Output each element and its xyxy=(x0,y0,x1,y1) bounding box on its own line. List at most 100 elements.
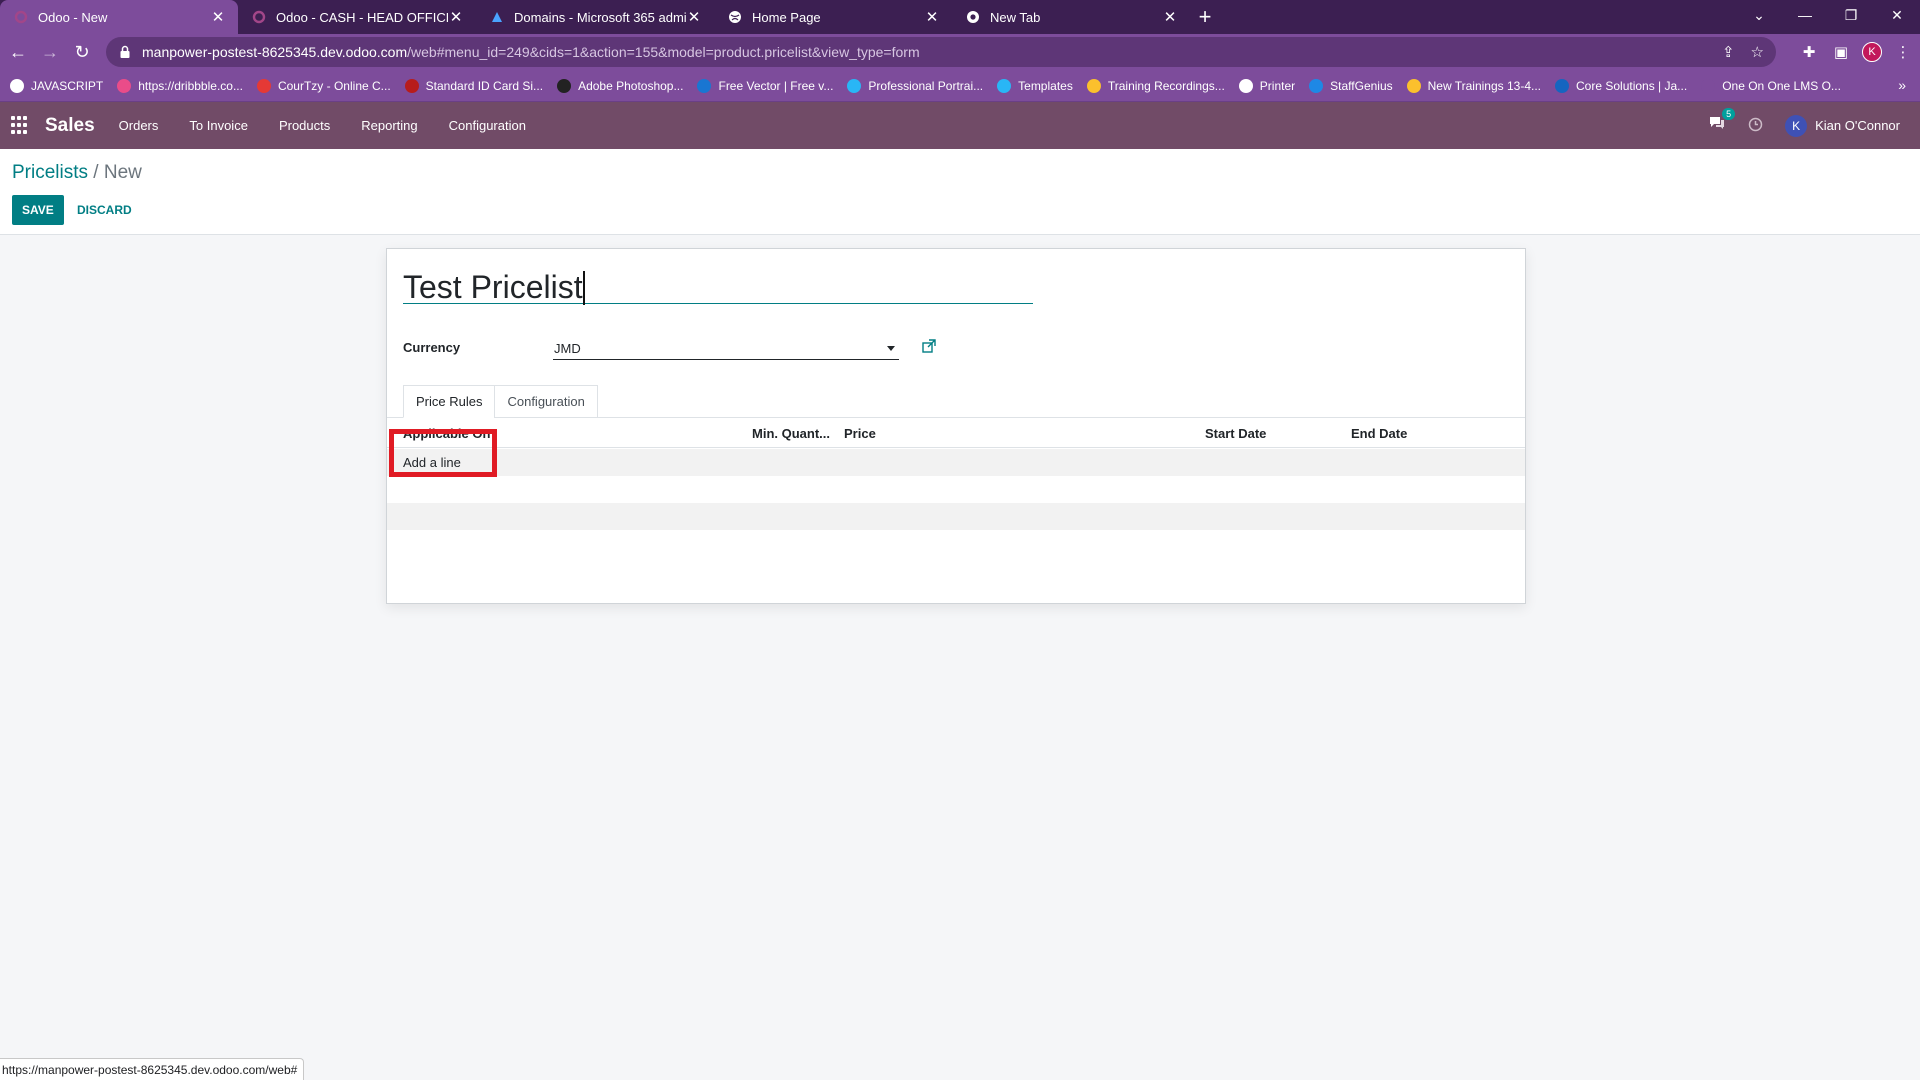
url-host: manpower-postest-8625345.dev.odoo.com xyxy=(142,44,408,60)
avatar: K xyxy=(1785,114,1808,137)
bookmark-icon xyxy=(1406,78,1421,93)
app-name[interactable]: Sales xyxy=(45,115,95,137)
bookmarks-overflow-icon[interactable]: » xyxy=(1898,77,1906,93)
menu-to-invoice[interactable]: To Invoice xyxy=(189,118,248,133)
bookmark-label: https://dribbble.co... xyxy=(138,78,243,93)
restore-icon[interactable]: ❐ xyxy=(1828,0,1874,30)
bookmark-item[interactable]: Training Recordings... xyxy=(1086,78,1225,93)
bookmark-item[interactable]: StaffGenius xyxy=(1309,78,1393,93)
activity-clock-icon[interactable] xyxy=(1748,117,1763,135)
menu-kebab-icon[interactable]: ⋮ xyxy=(1892,37,1914,67)
bookmark-item[interactable]: Standard ID Card Si... xyxy=(404,78,543,93)
bookmark-item[interactable]: Templates xyxy=(997,78,1073,93)
chat-count-badge: 5 xyxy=(1722,108,1736,120)
bookmark-icon xyxy=(117,78,132,93)
close-icon[interactable]: ✕ xyxy=(1162,8,1178,26)
window-controls: ⌄ — ❐ ✕ xyxy=(1736,0,1920,30)
bookmark-label: CourTzy - Online C... xyxy=(277,78,391,93)
browser-toolbar: ← → ↻ manpower-postest-8625345.dev.odoo.… xyxy=(0,34,1920,70)
bookmark-icon xyxy=(1238,78,1253,93)
menu-configuration[interactable]: Configuration xyxy=(449,118,526,133)
tab-configuration[interactable]: Configuration xyxy=(494,385,598,418)
browser-tab[interactable]: Odoo - CASH - HEAD OFFICE ✕ xyxy=(238,0,476,34)
browser-tab[interactable]: Home Page ✕ xyxy=(714,0,952,34)
pricelist-name-value: Test Pricelist xyxy=(403,269,583,305)
bookmark-item[interactable]: Core Solutions | Ja... xyxy=(1555,78,1687,93)
browser-tab[interactable]: Odoo - New ✕ xyxy=(0,0,238,34)
browser-tab[interactable]: Domains - Microsoft 365 admin c ✕ xyxy=(476,0,714,34)
user-menu[interactable]: K Kian O'Connor xyxy=(1785,114,1900,137)
chat-icon[interactable]: 5 xyxy=(1708,108,1736,136)
link-status-bar: https://manpower-postest-8625345.dev.odo… xyxy=(0,1058,305,1080)
bookmark-icon xyxy=(1309,78,1324,93)
close-icon[interactable]: ✕ xyxy=(686,8,702,26)
pricelist-name-input[interactable]: Test Pricelist xyxy=(403,269,1033,305)
url-text: manpower-postest-8625345.dev.odoo.com/we… xyxy=(142,44,920,60)
red-highlight-box xyxy=(389,429,497,477)
side-panel-icon[interactable]: ▣ xyxy=(1830,37,1852,67)
tab-title: Domains - Microsoft 365 admin c xyxy=(514,9,686,25)
omnibox-actions: ⇪ ☆ xyxy=(1722,43,1764,61)
bookmark-icon xyxy=(256,78,271,93)
bookmark-item[interactable]: One On One LMS O... xyxy=(1701,78,1841,93)
close-icon[interactable]: ✕ xyxy=(448,8,464,26)
menu-reporting[interactable]: Reporting xyxy=(361,118,417,133)
forward-icon[interactable]: → xyxy=(34,36,66,68)
menu-products[interactable]: Products xyxy=(279,118,330,133)
globe-icon xyxy=(728,10,742,24)
user-name: Kian O'Connor xyxy=(1815,118,1900,133)
browser-tab[interactable]: New Tab ✕ xyxy=(952,0,1190,34)
bookmark-icon xyxy=(847,78,862,93)
bookmark-label: Training Recordings... xyxy=(1107,78,1225,93)
browser-tab-bar: Odoo - New ✕ Odoo - CASH - HEAD OFFICE ✕… xyxy=(0,0,1920,34)
bookmark-label: Adobe Photoshop... xyxy=(578,78,684,93)
currency-select[interactable]: JMD xyxy=(553,338,899,360)
tab-title: New Tab xyxy=(990,9,1041,25)
external-link-icon[interactable] xyxy=(921,338,937,354)
form-sheet: Test Pricelist Currency JMD Price Rules … xyxy=(386,248,1526,604)
close-icon[interactable]: ✕ xyxy=(210,8,226,26)
odoo-navbar: Sales Orders To Invoice Products Reporti… xyxy=(0,102,1920,149)
breadcrumb-separator: / xyxy=(93,162,99,183)
control-panel: Pricelists / New SAVE DISCARD xyxy=(0,149,1920,235)
back-icon[interactable]: ← xyxy=(2,36,34,68)
column-start-date[interactable]: Start Date xyxy=(1205,426,1266,441)
tab-title: Odoo - CASH - HEAD OFFICE xyxy=(276,9,448,25)
odoo-icon xyxy=(14,10,28,24)
breadcrumb-pricelists[interactable]: Pricelists xyxy=(12,162,88,183)
address-bar[interactable]: manpower-postest-8625345.dev.odoo.com/we… xyxy=(106,37,1776,67)
minimize-icon[interactable]: — xyxy=(1782,0,1828,30)
new-tab-button[interactable]: + xyxy=(1190,0,1220,34)
discard-button[interactable]: DISCARD xyxy=(72,195,137,225)
extensions-icon[interactable]: ✚ xyxy=(1798,37,1820,67)
bookmark-label: New Trainings 13-4... xyxy=(1427,78,1542,93)
column-min-quantity[interactable]: Min. Quant... xyxy=(752,426,830,441)
bookmark-item[interactable]: New Trainings 13-4... xyxy=(1406,78,1542,93)
tab-search-icon[interactable]: ⌄ xyxy=(1736,0,1782,30)
bookmark-item[interactable]: https://dribbble.co... xyxy=(117,78,243,93)
tab-price-rules[interactable]: Price Rules xyxy=(403,385,496,418)
bookmark-item[interactable]: Adobe Photoshop... xyxy=(557,78,684,93)
apps-menu-icon[interactable] xyxy=(11,115,31,136)
bookmark-icon xyxy=(10,78,24,93)
bookmark-item[interactable]: Free Vector | Free v... xyxy=(697,78,833,93)
price-rules-table-header: Applicable On Min. Quant... Price Start … xyxy=(387,418,1525,448)
profile-avatar[interactable]: K xyxy=(1862,42,1882,62)
bookmark-icon xyxy=(1701,78,1716,93)
bookmark-item[interactable]: Printer xyxy=(1238,78,1295,93)
bookmark-star-icon[interactable]: ☆ xyxy=(1751,43,1764,61)
share-icon[interactable]: ⇪ xyxy=(1722,43,1735,61)
menu-orders[interactable]: Orders xyxy=(119,118,159,133)
save-button[interactable]: SAVE xyxy=(12,195,64,225)
bookmark-item[interactable]: JAVASCRIPT xyxy=(10,78,103,93)
column-price[interactable]: Price xyxy=(844,426,876,441)
bookmark-item[interactable]: CourTzy - Online C... xyxy=(256,78,391,93)
bookmark-icon xyxy=(557,78,572,93)
reload-icon[interactable]: ↻ xyxy=(66,36,98,68)
column-end-date[interactable]: End Date xyxy=(1351,426,1407,441)
close-window-icon[interactable]: ✕ xyxy=(1874,0,1920,30)
close-icon[interactable]: ✕ xyxy=(924,8,940,26)
currency-label: Currency xyxy=(403,340,461,355)
breadcrumb: Pricelists / New xyxy=(12,162,142,184)
bookmark-item[interactable]: Professional Portrai... xyxy=(847,78,983,93)
